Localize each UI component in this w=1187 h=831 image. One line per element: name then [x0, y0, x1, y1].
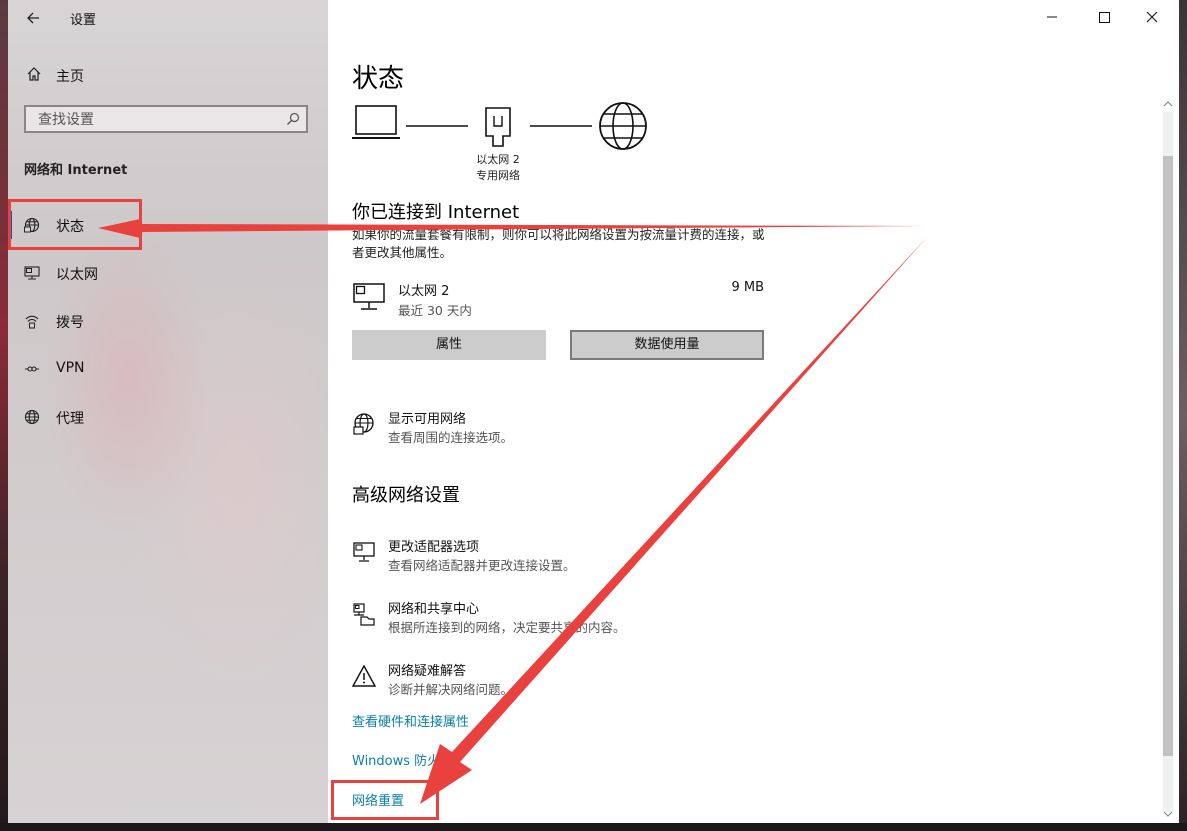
scrollbar-thumb[interactable]: [1163, 156, 1173, 756]
home-label: 主页: [56, 69, 84, 85]
advanced-heading: 高级网络设置: [352, 485, 460, 506]
sidebar-item-label: 拨号: [56, 315, 84, 331]
option-title: 显示可用网络: [388, 412, 467, 427]
sharing-icon: [353, 603, 375, 626]
sidebar-item-label: VPN: [56, 360, 85, 376]
diagram-adapter-name: 以太网 2: [476, 153, 520, 166]
adapter-usage: 9 MB: [731, 280, 764, 295]
windows-firewall-link[interactable]: Windows 防火墙: [352, 750, 453, 769]
scroll-down-icon: [1163, 811, 1173, 817]
window-controls: [1029, 0, 1179, 34]
search-icon[interactable]: [286, 112, 300, 126]
connection-line: [406, 125, 468, 127]
connection-diagram: 以太网 2 专用网络: [352, 102, 652, 184]
sidebar-item-vpn[interactable]: VPN: [8, 349, 328, 389]
option-title: 网络疑难解答: [388, 664, 467, 679]
vpn-icon: [25, 366, 39, 372]
adapter-icon: [353, 542, 375, 562]
scroll-up-icon: [1163, 101, 1173, 107]
settings-window: 设置 主页 网络和 Internet 状态: [8, 0, 1179, 823]
network-reset-link[interactable]: 网络重置: [352, 790, 404, 809]
option-title: 更改适配器选项: [388, 540, 480, 555]
properties-button[interactable]: 属性: [352, 330, 546, 360]
hardware-properties-link[interactable]: 查看硬件和连接属性: [352, 711, 469, 730]
show-networks-icon: [353, 413, 374, 435]
minimize-icon: [1047, 16, 1057, 18]
data-usage-button[interactable]: 数据使用量: [570, 330, 764, 360]
close-icon: [1146, 11, 1158, 23]
laptop-icon: [352, 105, 400, 139]
maximize-icon: [1099, 12, 1110, 23]
sidebar-item-status[interactable]: 状态: [8, 205, 328, 245]
app-title: 设置: [70, 13, 97, 28]
desktop-background-left: [0, 0, 8, 831]
globe-status-icon: [24, 217, 40, 233]
home-icon: [27, 67, 41, 81]
option-title: 网络和共享中心: [388, 602, 480, 617]
desktop-background-right: [1179, 0, 1187, 831]
adapter-period: 最近 30 天内: [398, 303, 472, 318]
option-subtitle: 诊断并解决网络问题。: [388, 682, 514, 697]
warning-icon: [352, 664, 376, 687]
minimize-button[interactable]: [1029, 0, 1075, 34]
globe-icon: [24, 409, 40, 425]
sidebar-section-title: 网络和 Internet: [24, 163, 128, 178]
search-input[interactable]: [36, 110, 280, 130]
main-content: 状态 以太网 2 专用网络 你已连接到 Internet 如果你的流量套餐有限制…: [328, 0, 1179, 823]
scrollbar[interactable]: [1161, 96, 1173, 821]
title-bar: 设置: [8, 0, 328, 36]
search-box[interactable]: [24, 105, 308, 133]
adapter-options[interactable]: 更改适配器选项 查看网络适配器并更改连接设置。: [352, 536, 772, 576]
back-button[interactable]: [22, 7, 44, 29]
sidebar-item-ethernet[interactable]: 以太网: [8, 253, 328, 293]
page-title: 状态: [352, 64, 405, 94]
ethernet-port-icon: [485, 107, 511, 147]
sidebar-item-proxy[interactable]: 代理: [8, 397, 328, 437]
adapter-name: 以太网 2: [398, 284, 450, 299]
option-subtitle: 根据所连接到的网络，决定要共享的内容。: [388, 620, 626, 635]
sidebar-item-label: 代理: [56, 411, 84, 427]
troubleshoot[interactable]: 网络疑难解答 诊断并解决网络问题。: [352, 660, 772, 700]
adapter-usage-row: 以太网 2 最近 30 天内 9 MB: [352, 280, 772, 320]
sidebar-item-label: 状态: [56, 219, 84, 235]
maximize-button[interactable]: [1081, 0, 1127, 34]
option-subtitle: 查看周围的连接选项。: [388, 430, 514, 445]
connection-line: [530, 125, 592, 127]
ethernet-icon: [24, 266, 40, 280]
desktop-background-bottom: [0, 823, 1187, 831]
dialup-icon: [25, 315, 39, 329]
sidebar-item-dialup[interactable]: 拨号: [8, 301, 328, 341]
option-subtitle: 查看网络适配器并更改连接设置。: [388, 558, 576, 573]
connected-heading: 你已连接到 Internet: [352, 202, 520, 223]
ethernet-adapter-icon: [353, 283, 385, 310]
sidebar-item-label: 以太网: [56, 267, 98, 283]
diagram-network-type: 专用网络: [476, 169, 520, 182]
internet-globe-icon: [599, 102, 647, 150]
sharing-center[interactable]: 网络和共享中心 根据所连接到的网络，决定要共享的内容。: [352, 598, 772, 638]
connected-description: 如果你的流量套餐有限制，则你可以将此网络设置为按流量计费的连接，或者更改其他属性…: [352, 227, 765, 260]
sidebar-item-home[interactable]: 主页: [8, 60, 328, 90]
sidebar: 设置 主页 网络和 Internet 状态: [8, 0, 328, 823]
close-button[interactable]: [1129, 0, 1175, 34]
show-networks-option[interactable]: 显示可用网络 查看周围的连接选项。: [352, 408, 772, 448]
back-arrow-icon: [27, 12, 39, 24]
